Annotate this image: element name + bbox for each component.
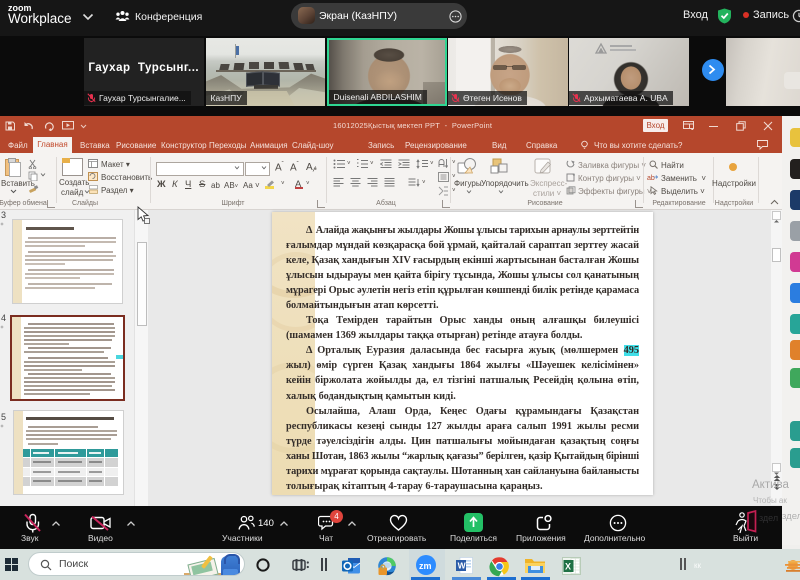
svg-text:W: W xyxy=(458,561,467,571)
svg-text:X: X xyxy=(565,562,571,572)
svg-text:ab: ab xyxy=(647,175,655,182)
